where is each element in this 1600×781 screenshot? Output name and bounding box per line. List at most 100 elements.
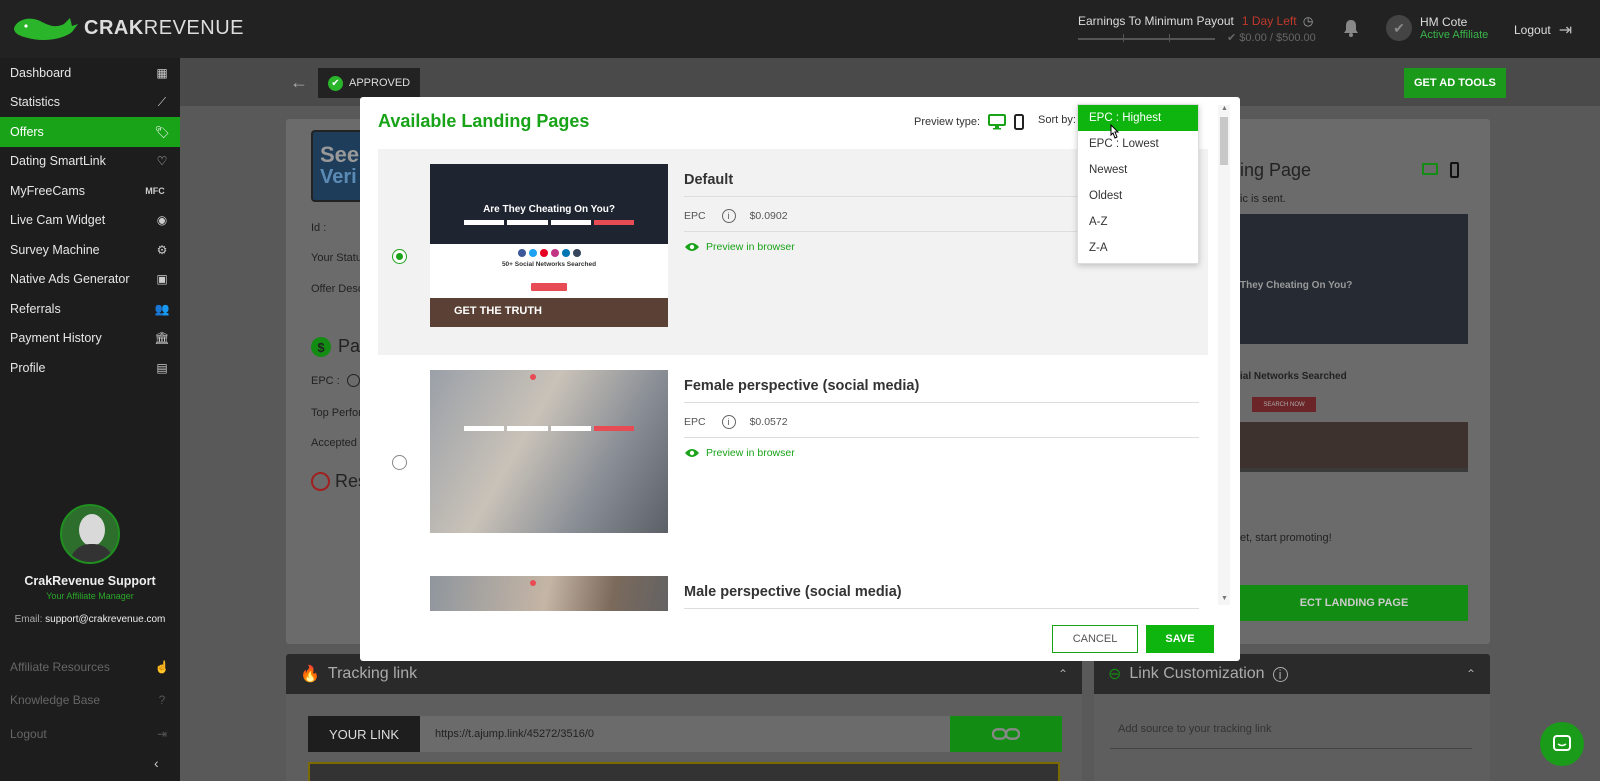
copy-link-button[interactable] [950, 716, 1062, 752]
support-email-link[interactable]: support@crakrevenue.com [45, 614, 165, 625]
sort-by-dropdown[interactable]: EPC : Highest EPC : Lowest Newest Oldest A-Z… [1077, 104, 1199, 264]
collapse-sidebar-chevron-icon[interactable]: ‹ [154, 755, 159, 771]
earnings-to-minimum-payout: Earnings To Minimum Payout 1 Day Left ◷ [1078, 14, 1313, 28]
notification-bell-icon[interactable] [1343, 19, 1359, 37]
profile-card-icon: ▤ [156, 360, 168, 375]
info-icon[interactable]: i [721, 415, 736, 429]
offer-detail-label: Your Status [311, 252, 368, 264]
save-button[interactable]: SAVE [1146, 625, 1214, 653]
preview-hero-title: They Cheating On You? [1240, 280, 1353, 291]
desktop-icon[interactable] [988, 114, 1007, 130]
preview-in-browser-link[interactable]: Preview in browser [684, 447, 795, 459]
sidebar-item-label: Native Ads Generator [10, 272, 130, 287]
mobile-icon[interactable] [1014, 114, 1025, 130]
cancel-button[interactable]: CANCEL [1052, 625, 1138, 653]
sort-option[interactable]: Newest [1078, 157, 1198, 183]
landing-page-thumbnail [430, 370, 668, 533]
add-source-input[interactable]: Add source to your tracking link [1110, 723, 1472, 749]
preview-in-browser-link[interactable]: Preview in browser [684, 241, 795, 253]
sidebar-item-native-ads-generator[interactable]: Native Ads Generator ▣ [0, 265, 180, 295]
verified-check-icon: ✔ [1386, 15, 1412, 41]
chevron-up-icon: ⌃ [1465, 667, 1476, 681]
sidebar-item-offers[interactable]: Offers 🏷 [0, 117, 180, 147]
scroll-down-arrow-icon[interactable]: ▼ [1221, 595, 1228, 602]
sort-option[interactable]: A-Z [1078, 209, 1198, 235]
modal-scrollbar[interactable]: ▲ ▼ [1218, 105, 1230, 605]
back-arrow-icon[interactable]: ← [290, 72, 308, 93]
flame-icon: 🔥 [300, 666, 320, 683]
thumb-search-fields [464, 426, 634, 431]
sidebar-item-knowledge-base[interactable]: Knowledge Base? [0, 684, 180, 718]
sidebar-item-dashboard[interactable]: Dashboard ▦ [0, 58, 180, 88]
mobile-preview-icon[interactable] [1450, 162, 1459, 178]
sidebar-item-payment-history[interactable]: Payment History 🏛 [0, 324, 180, 354]
thumb-banner-text: GET THE TRUTH [454, 305, 542, 317]
offer-logo-text-2: Veri [320, 166, 357, 188]
avatar [60, 504, 120, 564]
select-landing-page-button[interactable]: ECT LANDING PAGE [1240, 585, 1468, 621]
sidebar-bottom-nav: Affiliate Resources ☝ Knowledge Base? Logou… [0, 650, 180, 751]
user-menu[interactable]: ✔ HM Cote Active Affiliate [1386, 15, 1488, 41]
offer-detail-label: EPC : [311, 375, 340, 387]
payout-dollar-icon: $ [311, 337, 331, 357]
logout-icon: ⇥ [156, 726, 168, 741]
tracking-link-url[interactable]: https://t.ajump.link/45272/3516/0 [420, 716, 950, 752]
sidebar-item-label: Dating SmartLink [10, 154, 106, 169]
landing-page-item[interactable]: Female perspective (social media) EPC i $0… [378, 355, 1208, 561]
preview-type-label: Preview type: [914, 116, 981, 128]
scroll-up-arrow-icon[interactable]: ▲ [1221, 105, 1228, 112]
sidebar-item-statistics[interactable]: Statistics ⟋ [0, 88, 180, 118]
landing-page-name: Female perspective (social media) [684, 378, 1199, 403]
sidebar-item-logout[interactable]: Logout ⇥ [0, 717, 180, 751]
get-ad-tools-button[interactable]: GET AD TOOLS [1404, 68, 1506, 98]
sidebar-item-label: Payment History [10, 331, 102, 346]
whale-logo-icon [14, 18, 78, 40]
sidebar-item-survey-machine[interactable]: Survey Machine ⚙ [0, 235, 180, 265]
preview-hero [1240, 214, 1468, 344]
user-name: HM Cote [1420, 15, 1468, 29]
sidebar-item-affiliate-resources[interactable]: Affiliate Resources ☝ [0, 650, 180, 684]
chat-bubble-icon [1553, 735, 1571, 751]
info-icon: i [1272, 666, 1288, 682]
crakrevenue-logo[interactable]: CRAKREVENUE [12, 14, 244, 42]
sidebar-item-myfreecams[interactable]: MyFreeCams MFC [0, 176, 180, 206]
chat-button[interactable] [1540, 722, 1584, 766]
info-icon[interactable]: i [721, 209, 736, 223]
link-customization-title: Link Customization [1129, 665, 1265, 682]
logout-label: Logout [1514, 23, 1551, 37]
start-promoting-text: et, start promoting! [1240, 532, 1332, 544]
landing-page-preview-image: They Cheating On You? ial Networks Searc… [1240, 214, 1468, 472]
sidebar-item-dating-smartlink[interactable]: Dating SmartLink ♡ [0, 147, 180, 177]
offer-detail-label: Id : [311, 222, 327, 234]
webcam-icon: ◉ [156, 213, 168, 228]
sort-option[interactable]: EPC : Highest [1078, 105, 1198, 131]
logout-icon: ⇥ [1558, 22, 1573, 39]
sidebar: Dashboard ▦ Statistics ⟋ Offers 🏷 Dating Smart… [0, 58, 180, 781]
landing-page-radio[interactable] [392, 249, 407, 264]
sort-option[interactable]: Z-A [1078, 235, 1198, 261]
logout-button[interactable]: Logout ⇥ [1514, 20, 1572, 40]
sort-option[interactable]: EPC : Lowest [1078, 131, 1198, 157]
sidebar-item-label: Survey Machine [10, 242, 100, 257]
resources-icon: ☝ [154, 659, 170, 674]
logo-text-bold: CRAK [84, 16, 144, 39]
preview-photo [1240, 422, 1468, 468]
sidebar-item-profile[interactable]: Profile ▤ [0, 353, 180, 383]
modal-title: Available Landing Pages [378, 111, 590, 131]
logo-text-light: REVENUE [143, 16, 244, 39]
sidebar-nav: Dashboard ▦ Statistics ⟋ Offers 🏷 Dating Smart… [0, 58, 180, 383]
sidebar-item-live-cam-widget[interactable]: Live Cam Widget ◉ [0, 206, 180, 236]
landing-page-subtitle: ic is sent. [1240, 193, 1286, 205]
earnings-label: Earnings To Minimum Payout [1078, 14, 1234, 28]
sidebar-item-referrals[interactable]: Referrals 👥 [0, 294, 180, 324]
earnings-amount-text: $0.00 / $500.00 [1239, 32, 1316, 44]
landing-page-radio[interactable] [392, 455, 407, 470]
landing-page-title: ing Page [1240, 160, 1312, 180]
thumb-search-fields [464, 220, 634, 225]
offer-logo-text-1: See [320, 142, 360, 167]
preview-search-button: SEARCH NOW [1252, 397, 1316, 412]
scrollbar-thumb[interactable] [1220, 117, 1228, 165]
landing-page-item[interactable]: Male perspective (social media) [378, 561, 1208, 611]
sort-option[interactable]: Oldest [1078, 183, 1198, 209]
desktop-preview-icon[interactable] [1422, 163, 1438, 175]
